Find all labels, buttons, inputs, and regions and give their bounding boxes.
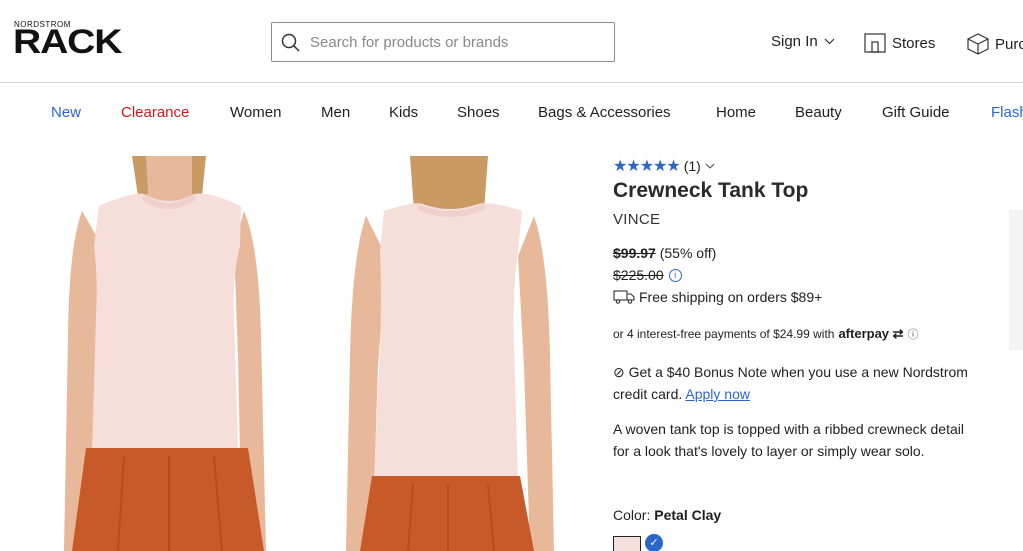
color-swatch-petal-clay[interactable] — [613, 536, 641, 551]
afterpay-text: or 4 interest-free payments of $24.99 wi… — [613, 327, 835, 341]
purchases-link[interactable]: Purc — [967, 33, 1023, 55]
box-icon — [967, 33, 989, 55]
star-rating-icon: ★★★★★ — [613, 158, 681, 175]
credit-card-icon: ⊘ — [613, 364, 625, 380]
nav-item-new[interactable]: New — [51, 104, 81, 121]
apply-now-link[interactable]: Apply now — [685, 386, 750, 402]
afterpay-row: or 4 interest-free payments of $24.99 wi… — [613, 326, 919, 342]
price-row: $99.97 (55% off) — [613, 245, 716, 261]
color-label: Color: — [613, 507, 651, 523]
discount-percent: (55% off) — [659, 245, 717, 261]
afterpay-logo-text: afterpay — [838, 326, 890, 341]
truck-icon — [613, 290, 635, 304]
search-box[interactable] — [271, 22, 615, 62]
product-title: Crewneck Tank Top — [613, 179, 809, 202]
category-nav: New Clearance Women Men Kids Shoes Bags … — [0, 84, 1023, 140]
site-header: NORDSTROM RACK Sign In Stores Purc — [0, 0, 1023, 83]
nav-item-shoes[interactable]: Shoes — [457, 104, 500, 121]
search-input[interactable] — [310, 31, 600, 53]
shipping-row: Free shipping on orders $89+ — [613, 289, 822, 305]
product-image-back[interactable] — [338, 156, 568, 551]
color-value: Petal Clay — [654, 507, 722, 523]
original-price: $225.00 — [613, 267, 664, 283]
nav-item-men[interactable]: Men — [321, 104, 350, 121]
info-icon[interactable]: ⓘ — [908, 326, 919, 342]
color-row: Color: Petal Clay — [613, 507, 721, 523]
nav-item-gift-guide[interactable]: Gift Guide — [882, 104, 950, 121]
original-price-row: $225.00 i — [613, 267, 682, 283]
chevron-down-icon — [824, 38, 835, 45]
product-image-front[interactable] — [54, 156, 284, 551]
model-front-illustration — [54, 156, 284, 551]
checkmark-icon: ✓ — [645, 534, 663, 551]
nordstrom-rack-logo[interactable]: NORDSTROM RACK — [13, 20, 123, 61]
rating[interactable]: ★★★★★ (1) — [613, 156, 715, 176]
bonus-text: Get a $40 Bonus Note when you use a new … — [613, 364, 968, 402]
stores-link[interactable]: Stores — [864, 33, 935, 53]
nav-item-kids[interactable]: Kids — [389, 104, 418, 121]
search-icon — [281, 33, 300, 52]
stores-label: Stores — [892, 34, 936, 52]
rating-count: (1) — [683, 158, 701, 174]
nav-item-bags-accessories[interactable]: Bags & Accessories — [538, 104, 671, 121]
logo-big-text: RACK — [13, 23, 123, 61]
store-icon — [864, 33, 886, 53]
nav-item-beauty[interactable]: Beauty — [795, 104, 842, 121]
side-panel-edge — [1009, 210, 1023, 350]
afterpay-logo: afterpay ⇄ — [838, 326, 904, 341]
nav-item-flash[interactable]: Flash — [991, 104, 1023, 121]
sign-in-link[interactable]: Sign In — [771, 33, 835, 50]
nav-item-women[interactable]: Women — [230, 104, 281, 121]
sign-in-label: Sign In — [771, 33, 818, 50]
chevron-down-icon — [705, 163, 715, 169]
sale-price: $99.97 — [613, 245, 656, 261]
model-back-illustration — [338, 156, 568, 551]
nav-item-clearance[interactable]: Clearance — [121, 104, 189, 121]
bonus-note: ⊘ Get a $40 Bonus Note when you use a ne… — [613, 361, 983, 405]
product-description: A woven tank top is topped with a ribbed… — [613, 421, 964, 459]
info-icon[interactable]: i — [668, 268, 682, 282]
product-brand[interactable]: VINCE — [613, 211, 660, 228]
nav-item-home[interactable]: Home — [716, 104, 756, 121]
shipping-text: Free shipping on orders $89+ — [639, 289, 823, 305]
purchases-label: Purc — [995, 35, 1023, 53]
